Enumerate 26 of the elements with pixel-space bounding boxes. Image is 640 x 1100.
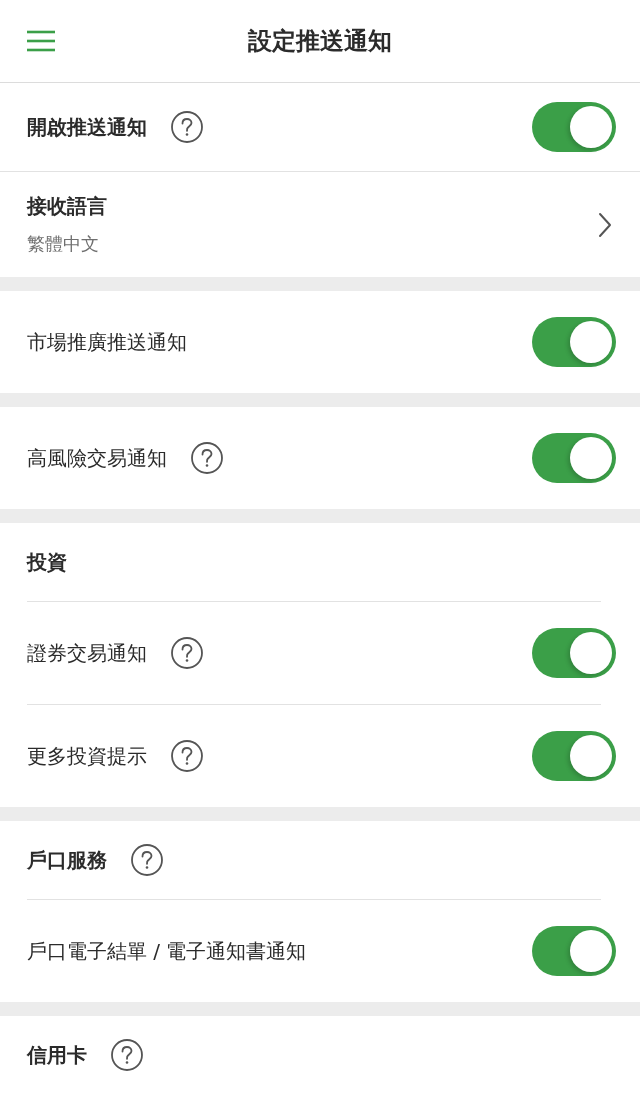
chevron-right-icon[interactable] — [598, 211, 612, 238]
help-icon[interactable] — [191, 442, 223, 474]
section-heading: 戶口服務 — [27, 846, 107, 874]
help-icon[interactable] — [171, 111, 203, 143]
page-title: 設定推送通知 — [248, 26, 392, 57]
section-heading: 投資 — [27, 548, 67, 576]
setting-label: 市場推廣推送通知 — [27, 328, 187, 356]
help-icon[interactable] — [131, 844, 163, 876]
setting-label: 戶口電子結單 / 電子通知書通知 — [27, 937, 307, 965]
toggle-switch[interactable] — [532, 628, 616, 678]
help-icon[interactable] — [171, 637, 203, 669]
menu-icon[interactable] — [25, 28, 57, 54]
toggle-switch[interactable] — [532, 433, 616, 483]
section-heading: 信用卡 — [27, 1041, 87, 1069]
setting-label: 開啟推送通知 — [27, 113, 147, 141]
setting-value: 繁體中文 — [27, 232, 99, 256]
setting-label: 接收語言 — [27, 193, 107, 220]
setting-label: 更多投資提示 — [27, 742, 147, 770]
help-icon[interactable] — [171, 740, 203, 772]
toggle-switch[interactable] — [532, 926, 616, 976]
toggle-switch[interactable] — [532, 317, 616, 367]
setting-label: 高風險交易通知 — [27, 444, 167, 472]
help-icon[interactable] — [111, 1039, 143, 1071]
toggle-switch[interactable] — [532, 731, 616, 781]
toggle-switch[interactable] — [532, 102, 616, 152]
setting-label: 證券交易通知 — [27, 639, 147, 667]
